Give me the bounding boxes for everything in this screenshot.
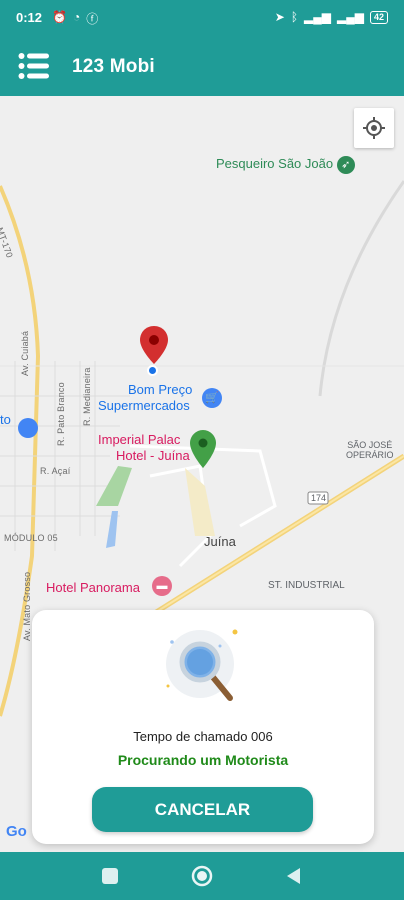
- app-bar: 123 Mobi: [0, 38, 404, 96]
- driver-pin-icon: [190, 430, 216, 468]
- 4g-signal-icon: ▂▄▆: [337, 10, 364, 24]
- street-medianeira: R. Medianeira: [82, 367, 92, 426]
- my-location-button[interactable]: [354, 108, 394, 148]
- crosshair-icon: [363, 117, 385, 139]
- street-modulo-05: MÓDULO 05: [4, 533, 58, 543]
- poi-imperial-palace[interactable]: Imperial Palac Hotel - Juína: [98, 432, 190, 464]
- app-screen: 0:12 ⏰ ◔ ⓕ ➤ ᛒ ▂▄▆ ▂▄▆ 42 123 Mobi Pesqu…: [0, 0, 404, 900]
- city-label: Juína: [204, 534, 236, 549]
- google-logo: Go: [6, 823, 27, 840]
- location-arrow-icon: ➤: [274, 10, 285, 24]
- hamburger-menu-icon[interactable]: [18, 52, 50, 80]
- square-icon: [102, 868, 118, 884]
- search-driver-card: Tempo de chamado 006 Procurando um Motor…: [32, 610, 374, 844]
- app-title: 123 Mobi: [72, 56, 155, 77]
- shopping-cart-icon: 🛒: [202, 388, 222, 408]
- battery-indicator: 42: [369, 10, 388, 24]
- fish-icon: ➶: [336, 156, 355, 174]
- current-location-dot: [147, 365, 158, 376]
- bluetooth-icon: ᛒ: [290, 10, 299, 24]
- cancel-button[interactable]: CANCELAR: [92, 787, 313, 832]
- system-nav-bar: [0, 852, 404, 900]
- search-status-text: Procurando um Motorista: [117, 752, 289, 768]
- back-triangle-icon: [287, 868, 300, 884]
- street-acai: R. Açaí: [40, 466, 71, 476]
- street-av-mato-grosso: Av. Mato Grosso: [22, 571, 32, 641]
- call-time-text: Tempo de chamado 006: [133, 729, 273, 744]
- poi-marker-icon: [18, 418, 38, 438]
- pickup-pin-icon: [140, 326, 168, 364]
- messenger-icon: ◔: [72, 10, 81, 24]
- magnifier-search-icon: [166, 629, 238, 701]
- back-button[interactable]: [282, 864, 306, 888]
- status-time: 0:12: [16, 10, 43, 25]
- facebook-icon: ⓕ: [86, 12, 99, 26]
- bed-icon: ▬: [152, 576, 172, 596]
- street-pato-branco: R. Pato Branco: [56, 382, 66, 446]
- alarm-icon: ⏰: [52, 10, 67, 24]
- home-button[interactable]: [190, 864, 214, 888]
- poi-pesqueiro[interactable]: Pesqueiro São João ➶: [216, 156, 355, 174]
- poi-bom-preco[interactable]: Bom Preço Supermercados: [98, 382, 192, 414]
- poi-left[interactable]: to: [0, 412, 11, 428]
- area-st-industrial: ST. INDUSTRIAL: [268, 580, 345, 591]
- area-sao-jose-operario: SÃO JOSÉ OPERÁRIO: [346, 440, 394, 460]
- poi-hotel-panorama[interactable]: Hotel Panorama: [46, 580, 140, 596]
- signal-icon: ▂▄▆: [304, 10, 332, 24]
- street-av-cuiaba: Av. Cuiabá: [20, 330, 30, 376]
- circle-icon: [191, 865, 213, 887]
- status-bar: 0:12 ⏰ ◔ ⓕ ➤ ᛒ ▂▄▆ ▂▄▆ 42: [0, 0, 404, 38]
- route-174-badge: 174: [311, 493, 327, 503]
- recent-apps-button[interactable]: [98, 864, 122, 888]
